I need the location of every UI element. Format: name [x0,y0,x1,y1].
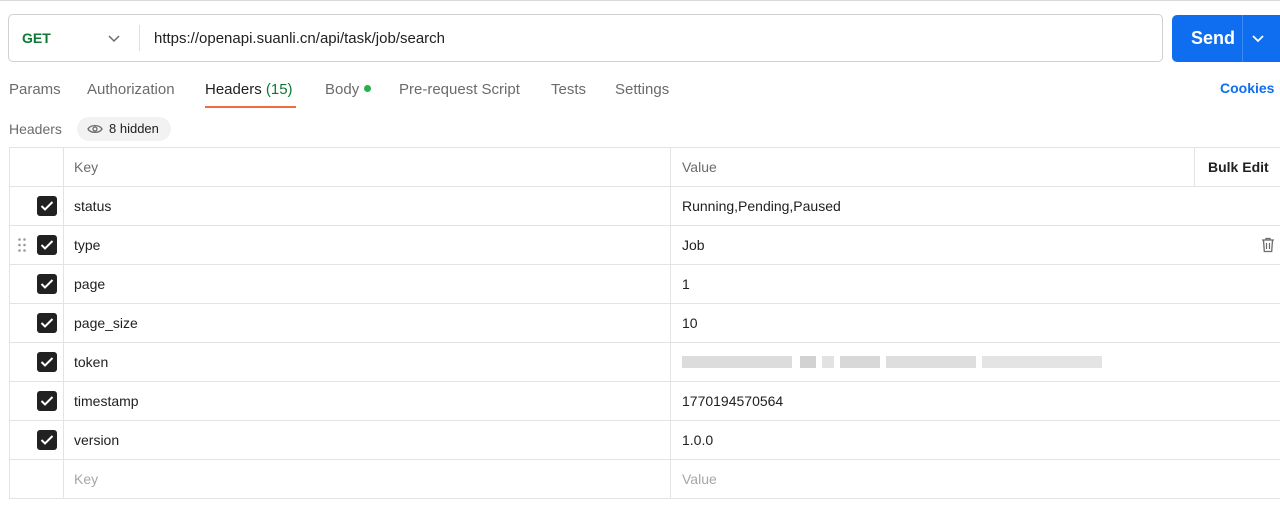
body-indicator-dot [364,85,372,92]
drag-handle-icon[interactable] [18,238,26,252]
row-check-cell [10,187,64,225]
send-label: Send [1191,28,1236,48]
tab-pre-request-script[interactable]: Pre-request Script [399,76,520,106]
header-value[interactable]: 1.0.0 [672,421,1280,459]
checkmark-icon [40,318,54,328]
redacted-token-value [682,356,1102,368]
bulk-edit-button[interactable]: Bulk Edit [1196,148,1269,186]
checkmark-icon [40,201,54,211]
eye-icon [87,124,103,134]
row-checkbox[interactable] [37,430,57,450]
row-checkbox[interactable] [37,352,57,372]
chevron-down-icon[interactable] [1251,31,1265,45]
tab-tests[interactable]: Tests [551,76,586,106]
row-checkbox[interactable] [37,274,57,294]
table-row: type Job [10,226,1280,265]
new-value-input[interactable]: Value [672,460,1280,498]
checkmark-icon [40,435,54,445]
chevron-down-icon[interactable] [107,31,121,45]
url-input[interactable] [154,15,1144,61]
header-key[interactable]: token [64,343,671,381]
tab-headers[interactable]: Headers (15) [205,76,296,108]
table-row: token [10,343,1280,382]
header-value[interactable] [672,343,1280,381]
key-column-header: Key [64,148,671,186]
table-row: status Running,Pending,Paused [10,187,1280,226]
header-value[interactable]: 10 [672,304,1280,342]
checkmark-icon [40,279,54,289]
row-checkbox[interactable] [37,391,57,411]
header-key[interactable]: status [64,187,671,225]
tab-authorization[interactable]: Authorization [87,76,175,106]
hidden-count-label: 8 hidden [109,121,159,136]
trash-icon[interactable] [1261,237,1275,253]
hidden-headers-toggle[interactable]: 8 hidden [77,117,171,141]
table-row: page_size 10 [10,304,1280,343]
checkmark-icon [40,396,54,406]
checkmark-icon [40,240,54,250]
headers-count: (15) [265,81,293,98]
row-checkbox[interactable] [37,196,57,216]
row-check-cell [10,421,64,459]
checkmark-icon [40,357,54,367]
row-checkbox[interactable] [37,235,57,255]
request-url-bar: GET [8,14,1163,62]
row-check-cell [10,343,64,381]
header-key[interactable]: type [64,226,671,264]
headers-section-label: Headers [9,121,62,137]
table-row: version 1.0.0 [10,421,1280,460]
tab-settings[interactable]: Settings [615,76,669,106]
header-value[interactable]: 1 [672,265,1280,303]
row-checkbox[interactable] [37,313,57,333]
header-key[interactable]: version [64,421,671,459]
checkbox-column-header [10,148,64,186]
cookies-link[interactable]: Cookies [1220,80,1274,96]
header-key[interactable]: page_size [64,304,671,342]
row-check-cell [10,304,64,342]
header-key[interactable]: timestamp [64,382,671,420]
table-header-row: Key Value Bulk Edit [10,148,1280,187]
top-divider [0,0,1280,1]
tab-params[interactable]: Params [9,76,61,106]
method-select[interactable]: GET [22,15,51,61]
row-check-cell [10,382,64,420]
new-header-row: Key Value [10,460,1280,499]
new-key-input[interactable]: Key [64,460,671,498]
row-check-cell [10,226,64,264]
header-value-text: Job [682,237,705,253]
header-value[interactable]: 1770194570564 [672,382,1280,420]
row-check-cell [10,460,64,498]
header-value[interactable]: Running,Pending,Paused [672,187,1280,225]
send-button[interactable]: Send [1172,15,1280,62]
table-row: page 1 [10,265,1280,304]
value-column-header: Value [672,148,1195,186]
header-key[interactable]: page [64,265,671,303]
tab-body[interactable]: Body [325,76,372,106]
headers-table: Key Value Bulk Edit status Running,Pendi… [9,147,1280,499]
header-value[interactable]: Job [672,226,1280,264]
method-url-divider [139,25,140,51]
table-row: timestamp 1770194570564 [10,382,1280,421]
row-check-cell [10,265,64,303]
send-split-divider [1242,15,1243,62]
